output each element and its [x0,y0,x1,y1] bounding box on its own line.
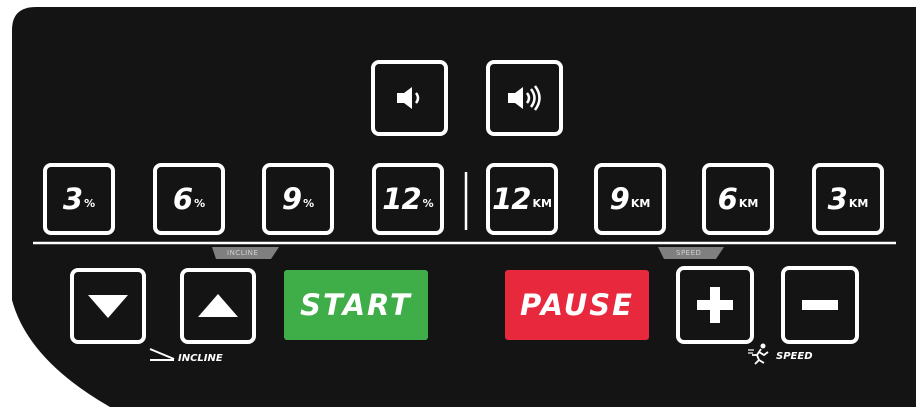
incline-up-button[interactable] [180,268,256,344]
preset-unit: % [422,196,434,210]
preset-value: 9 [609,181,630,216]
start-button[interactable]: START [284,270,428,340]
speaker-low-icon [396,87,419,109]
speed-preset-3[interactable]: 3 KM [812,163,884,235]
speed-preset-6[interactable]: 6 KM [702,163,774,235]
preset-unit: % [303,196,315,210]
speed-down-button[interactable] [781,266,859,344]
incline-preset-3[interactable]: 3 % [43,163,115,235]
speed-tab-label: SPEED [676,249,702,257]
incline-label: INCLINE [178,353,223,364]
speed-label: SPEED [776,351,813,362]
preset-value: 6 [717,181,738,216]
incline-tab-label: INCLINE [227,249,259,257]
triangle-up-icon [198,294,238,317]
speed-preset-12[interactable]: 12 KM [486,163,558,235]
preset-unit: KM [630,196,651,210]
volume-down-button[interactable] [371,60,448,136]
preset-value: 3 [827,181,848,216]
speed-preset-9[interactable]: 9 KM [594,163,666,235]
preset-unit: KM [738,196,759,210]
runner-icon [748,343,769,365]
plus-icon [697,287,733,323]
preset-unit: % [194,196,206,210]
incline-preset-12[interactable]: 12 % [372,163,444,235]
preset-value: 9 [281,181,302,216]
volume-up-button[interactable] [486,60,563,136]
preset-value: 12 [382,181,421,216]
preset-value: 6 [172,181,193,216]
preset-value: 3 [62,181,83,216]
incline-preset-6[interactable]: 6 % [153,163,225,235]
preset-unit: % [84,196,96,210]
incline-down-button[interactable] [70,268,146,344]
preset-unit: KM [532,196,552,210]
speed-up-button[interactable] [676,266,754,344]
preset-unit: KM [848,196,869,210]
preset-value: 12 [492,181,531,216]
speaker-high-icon [507,85,541,111]
pause-button[interactable]: PAUSE [505,270,649,340]
incline-preset-9[interactable]: 9 % [262,163,334,235]
incline-symbol-icon [149,348,175,361]
control-panel-background [12,7,916,407]
minus-icon [802,300,838,310]
triangle-down-icon [88,295,128,318]
